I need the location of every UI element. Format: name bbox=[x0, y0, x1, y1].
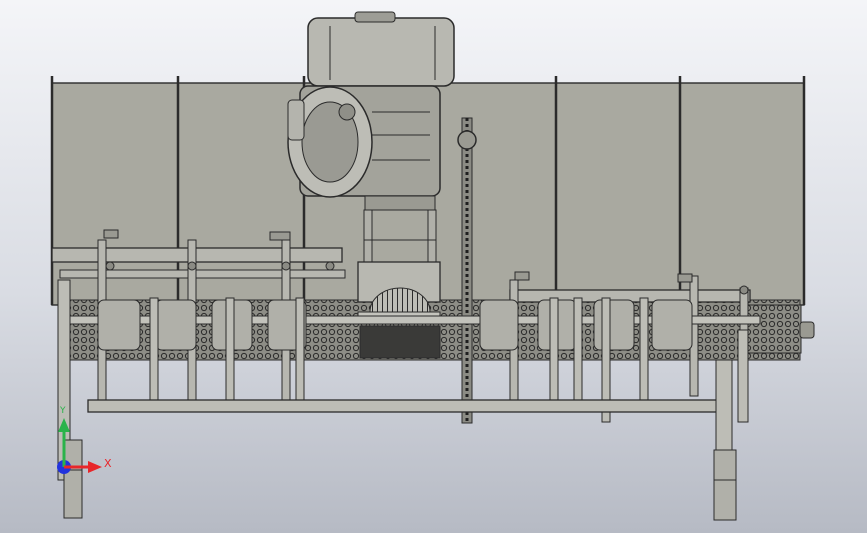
y-axis-label: Y bbox=[60, 406, 66, 416]
right-chain-guard bbox=[744, 304, 802, 354]
engine-mount-plate bbox=[364, 195, 436, 211]
engine[interactable] bbox=[287, 11, 455, 211]
axis-arrows bbox=[57, 418, 102, 474]
tiller-assembly-model[interactable] bbox=[0, 0, 867, 533]
bottom-rail bbox=[87, 399, 719, 413]
starter-handle bbox=[338, 103, 356, 121]
upper-sprocket bbox=[457, 130, 477, 150]
coordinate-triad: X Y bbox=[40, 406, 130, 490]
x-axis-label: X bbox=[104, 457, 112, 470]
gearbox bbox=[357, 261, 441, 359]
fuel-cap bbox=[354, 11, 396, 23]
side-cap bbox=[799, 321, 815, 339]
cad-viewport[interactable]: X Y bbox=[0, 0, 867, 533]
